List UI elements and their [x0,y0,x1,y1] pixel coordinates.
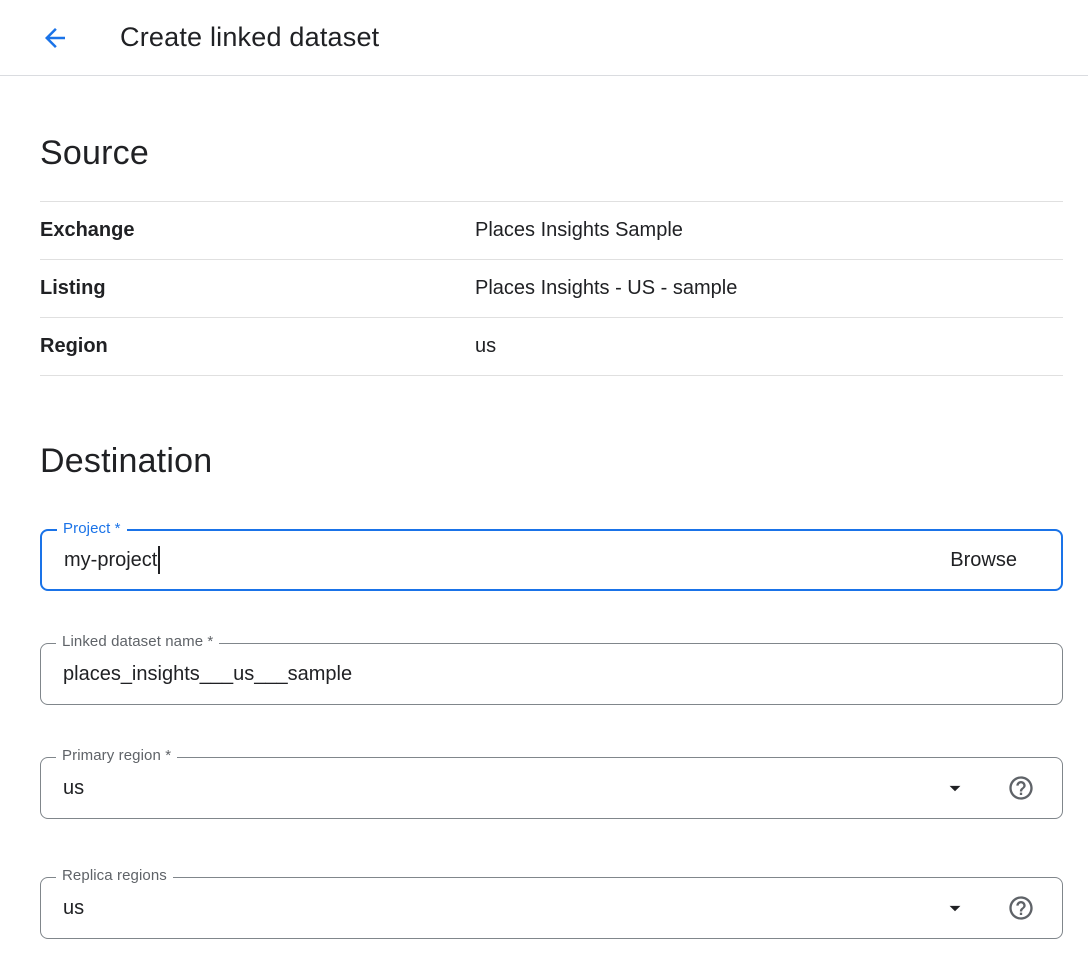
chevron-down-icon [942,895,968,921]
primary-region-value: us [63,777,84,800]
main-content: Source Exchange Places Insights Sample L… [0,134,1088,939]
project-field-value: my-project [64,549,157,572]
destination-section-heading: Destination [40,442,1063,481]
project-field[interactable]: Project * my-project Browse [40,529,1063,591]
chevron-down-icon [942,775,968,801]
linked-dataset-name-field[interactable]: Linked dataset name * places_insights___… [40,643,1063,705]
primary-region-label: Primary region * [56,747,177,764]
linked-dataset-name-value: places_insights___us___sample [63,663,352,686]
project-field-label: Project * [57,520,127,537]
source-row-exchange: Exchange Places Insights Sample [40,202,1063,260]
exchange-label: Exchange [40,219,475,242]
listing-label: Listing [40,277,475,300]
browse-button[interactable]: Browse [950,549,1039,572]
page-title: Create linked dataset [120,22,379,53]
back-button[interactable] [34,17,76,59]
source-row-region: Region us [40,318,1063,376]
region-label: Region [40,335,475,358]
text-cursor [158,546,160,574]
source-section-heading: Source [40,134,1063,173]
source-info-table: Exchange Places Insights Sample Listing … [40,201,1063,376]
region-value: us [475,335,496,358]
replica-regions-value: us [63,897,84,920]
header: Create linked dataset [0,0,1088,76]
replica-regions-label: Replica regions [56,867,173,884]
primary-region-help-icon[interactable] [1006,773,1036,803]
source-row-listing: Listing Places Insights - US - sample [40,260,1063,318]
replica-regions-select[interactable]: Replica regions us [40,877,1063,939]
linked-dataset-name-label: Linked dataset name * [56,633,219,650]
replica-regions-help-icon[interactable] [1006,893,1036,923]
primary-region-select[interactable]: Primary region * us [40,757,1063,819]
exchange-value: Places Insights Sample [475,219,683,242]
arrow-back-icon [40,23,70,53]
listing-value: Places Insights - US - sample [475,277,737,300]
